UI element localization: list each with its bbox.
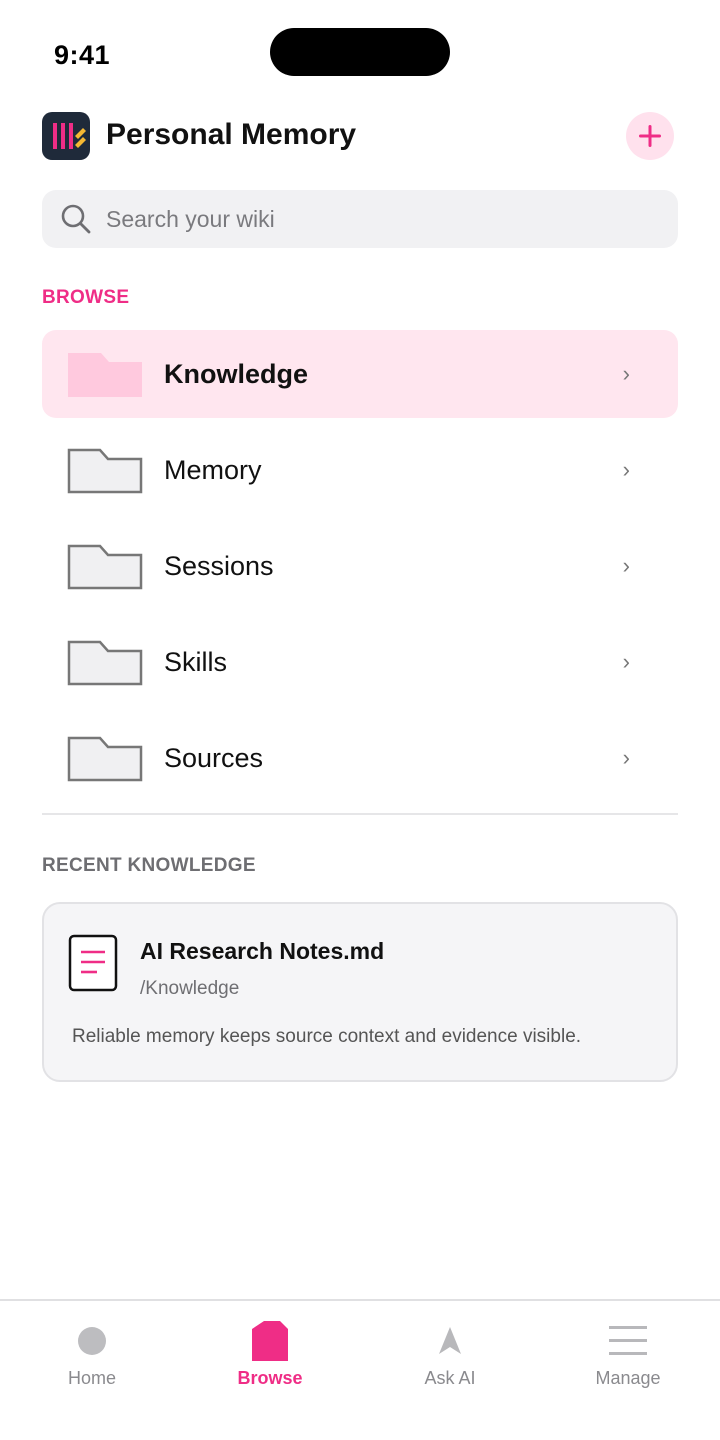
chevron-right-icon: › xyxy=(622,649,630,674)
tab-home[interactable]: Home xyxy=(2,1301,182,1440)
search-icon xyxy=(61,204,91,234)
recent-doc-title: AI Research Notes.md xyxy=(140,938,385,964)
folder-icon xyxy=(67,736,143,782)
recent-section-label: RECENT KNOWLEDGE xyxy=(42,855,256,876)
folder-icon xyxy=(67,544,143,590)
tab-label: Home xyxy=(67,1368,116,1388)
tab-ask-ai[interactable]: Ask AI xyxy=(360,1301,540,1440)
tab-label: Manage xyxy=(595,1368,661,1388)
folder-icon xyxy=(68,353,142,397)
browse-item-label: Memory xyxy=(164,454,262,485)
app-title: Personal Memory xyxy=(106,118,357,151)
browse-section-label: BROWSE xyxy=(42,287,130,308)
browse-item-label: Skills xyxy=(164,646,228,677)
tab-bar: Home Browse Ask AI Manage xyxy=(0,1299,720,1440)
browse-item-label: Knowledge xyxy=(164,358,309,389)
chevron-right-icon: › xyxy=(622,553,630,578)
chevron-right-icon: › xyxy=(622,361,630,386)
browse-item-skills[interactable]: Skills › xyxy=(42,618,678,706)
browse-item-sessions[interactable]: Sessions › xyxy=(42,522,678,610)
chevron-right-icon: › xyxy=(622,745,630,770)
chevron-right-icon: › xyxy=(622,457,630,482)
browse-item-knowledge[interactable]: Knowledge › xyxy=(42,330,678,418)
search-input[interactable] xyxy=(106,205,626,233)
dynamic-island xyxy=(270,28,450,76)
document-icon xyxy=(68,934,118,992)
status-time: 9:41 xyxy=(54,40,111,70)
browse-item-sources[interactable]: Sources › xyxy=(42,714,678,802)
recent-doc-path: /Knowledge xyxy=(140,978,240,999)
folder-icon xyxy=(67,640,143,686)
browse-list: Knowledge › Memory › Sessions › Skills ›… xyxy=(42,330,678,810)
tab-label: Ask AI xyxy=(424,1368,476,1388)
wiki-logo-icon xyxy=(42,112,90,160)
folder-icon xyxy=(67,448,143,494)
menu-lines-icon xyxy=(608,1321,648,1361)
recent-knowledge-card[interactable]: AI Research Notes.md /Knowledge Reliable… xyxy=(42,902,678,1082)
plus-icon xyxy=(639,125,661,147)
tab-browse[interactable]: Browse xyxy=(180,1301,360,1440)
tab-manage[interactable]: Manage xyxy=(538,1301,718,1440)
browse-item-label: Sessions xyxy=(164,550,274,581)
tab-label: Browse xyxy=(237,1368,303,1388)
add-button[interactable] xyxy=(626,112,674,160)
navigation-arrow-icon xyxy=(430,1321,470,1361)
recent-doc-description: Reliable memory keeps source context and… xyxy=(72,1026,582,1047)
browse-icon xyxy=(250,1321,290,1361)
browse-item-memory[interactable]: Memory › xyxy=(42,426,678,514)
home-circle-icon xyxy=(72,1321,112,1361)
search-bar[interactable] xyxy=(42,190,678,248)
section-divider xyxy=(42,813,678,815)
browse-item-label: Sources xyxy=(164,742,264,773)
